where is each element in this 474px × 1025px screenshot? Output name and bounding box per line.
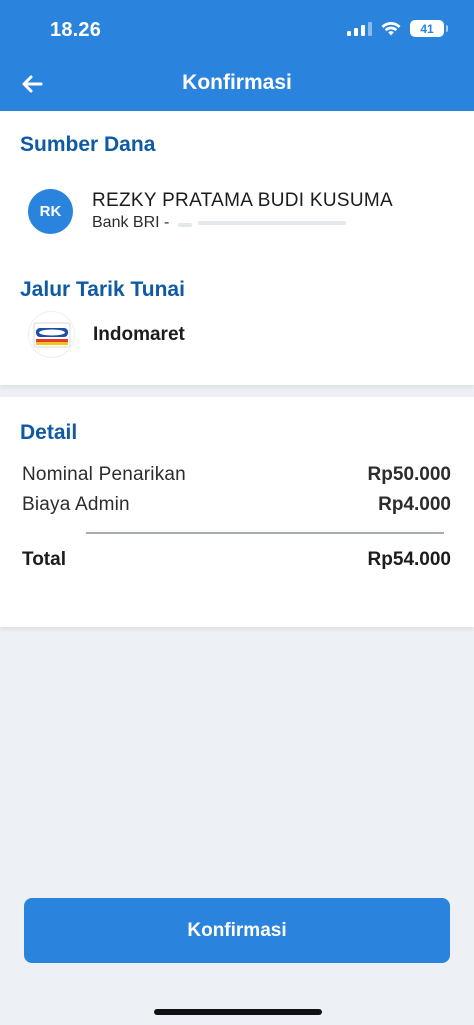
source-section-title: Sumber Dana [20,133,156,156]
battery-icon: 41 [410,20,448,37]
redacted-account-number [178,223,192,227]
status-time: 18.26 [50,19,102,41]
divider [86,532,444,534]
detail-section-title: Detail [20,421,78,444]
channel-name: Indomaret [93,324,185,345]
page-title: Konfirmasi [182,71,292,94]
confirm-button[interactable]: Konfirmasi [24,898,450,963]
home-indicator [154,1009,322,1015]
account-bank: Bank BRI - [92,214,170,231]
channel-section-title: Jalur Tarik Tunai [20,278,185,301]
app-header: 18.26 41 Konfirmasi [0,0,474,111]
nominal-label: Nominal Penarikan [22,464,186,485]
cellular-signal-icon [347,21,372,36]
status-icons: 41 [347,20,448,37]
avatar: RK [28,189,73,234]
total-value: Rp54.000 [367,549,451,570]
total-label: Total [22,549,66,570]
account-name: REZKY PRATAMA BUDI KUSUMA [92,190,393,211]
indomaret-logo [28,311,75,358]
admin-fee-label: Biaya Admin [22,494,130,515]
battery-level: 41 [420,21,434,36]
wifi-icon [381,21,401,36]
admin-fee-value: Rp4.000 [378,494,451,515]
nominal-value: Rp50.000 [367,464,451,485]
redacted-account-number [198,221,346,225]
